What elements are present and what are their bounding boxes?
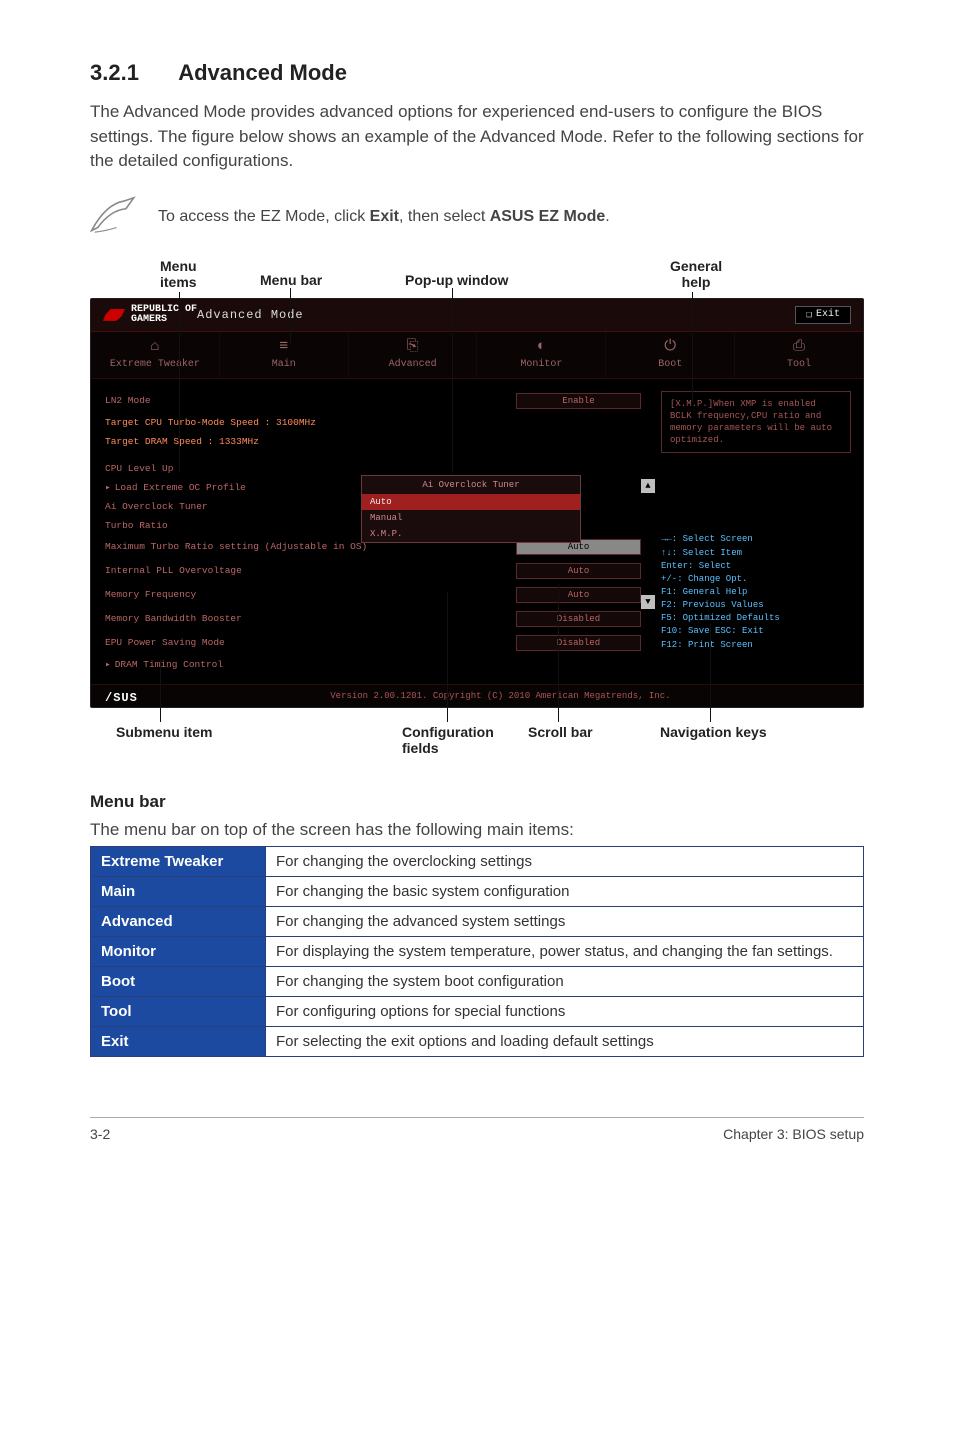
val-epu: Disabled [516, 635, 641, 651]
callout-config-fields: Configuration fields [402, 724, 494, 756]
power-icon: ⏻ [606, 338, 734, 356]
exit-icon: ❏ [806, 309, 812, 321]
bios-footer: /SUS Version 2.00.1201. Copyright (C) 20… [91, 684, 863, 707]
nav-main[interactable]: ≡Main [220, 332, 349, 378]
rog-eye-icon [103, 309, 125, 321]
val-mem-freq: Auto [516, 587, 641, 603]
callout-general-help: General help [670, 258, 722, 290]
page-number: 3-2 [90, 1126, 110, 1142]
scroll-up-icon[interactable]: ▲ [641, 479, 655, 493]
val-mem-bw: Disabled [516, 611, 641, 627]
section-title-text: Advanced Mode [178, 60, 347, 85]
row-dram-ctl[interactable]: ▸DRAM Timing Control [105, 659, 641, 670]
callout-navkeys: Navigation keys [660, 724, 767, 740]
note-row: To access the EZ Mode, click Exit, then … [90, 196, 864, 238]
cell-desc: For changing the overclocking settings [266, 846, 864, 876]
cell-name: Tool [91, 996, 266, 1026]
bios-screenshot: REPUBLIC OFGAMERS Advanced Mode ❏ Exit ⌂… [90, 298, 864, 708]
table-row: Extreme TweakerFor changing the overcloc… [91, 846, 864, 876]
home-icon: ⌂ [91, 338, 219, 356]
scroll-down-icon[interactable]: ▼ [641, 595, 655, 609]
submenu-arrow-icon: ▸ [105, 659, 111, 670]
table-row: ToolFor configuring options for special … [91, 996, 864, 1026]
row-dram-speed: Target DRAM Speed : 1333MHz [105, 436, 641, 447]
val-pll: Auto [516, 563, 641, 579]
callout-menu-items: Menu items [160, 258, 197, 290]
cell-desc: For configuring options for special func… [266, 996, 864, 1026]
intro-paragraph: The Advanced Mode provides advanced opti… [90, 100, 864, 174]
val-ln2: Enable [516, 393, 641, 409]
row-epu[interactable]: EPU Power Saving ModeDisabled [105, 635, 641, 651]
row-ln2[interactable]: LN2 ModeEnable [105, 393, 641, 409]
popup-window: Ai Overclock Tuner Auto Manual X.M.P. [361, 475, 581, 543]
section-heading: 3.2.1 Advanced Mode [90, 60, 864, 86]
cell-desc: For selecting the exit options and loadi… [266, 1026, 864, 1056]
figure-wrapper: Menu items Menu bar Pop-up window Genera… [90, 258, 864, 766]
callout-menu-bar: Menu bar [260, 272, 322, 288]
table-row: MainFor changing the basic system config… [91, 876, 864, 906]
menubar-heading: Menu bar [90, 792, 864, 812]
page-footer: 3-2 Chapter 3: BIOS setup [90, 1117, 864, 1142]
general-help-box: [X.M.P.]When XMP is enabled BCLK frequen… [661, 391, 851, 454]
popup-opt-manual[interactable]: Manual [362, 510, 580, 526]
row-cpu-level[interactable]: CPU Level Up [105, 463, 641, 474]
cell-name: Monitor [91, 936, 266, 966]
popup-opt-auto[interactable]: Auto [362, 494, 580, 510]
submenu-arrow-icon: ▸ [105, 482, 111, 493]
bios-nav-bar: ⌂Extreme Tweaker ≡Main ⎘Advanced ◐Monito… [91, 332, 863, 379]
exit-button[interactable]: ❏ Exit [795, 306, 851, 324]
bios-body: LN2 ModeEnable Target CPU Turbo-Mode Spe… [91, 379, 863, 684]
cell-name: Extreme Tweaker [91, 846, 266, 876]
cell-desc: For changing the advanced system setting… [266, 906, 864, 936]
callout-scrollbar: Scroll bar [528, 724, 593, 740]
asus-logo: /SUS [105, 691, 138, 705]
callout-submenu: Submenu item [116, 724, 212, 740]
cell-desc: For changing the basic system configurat… [266, 876, 864, 906]
table-row: ExitFor selecting the exit options and l… [91, 1026, 864, 1056]
nav-advanced[interactable]: ⎘Advanced [349, 332, 478, 378]
callouts-top: Menu items Menu bar Pop-up window Genera… [90, 258, 864, 298]
bios-top-bar: REPUBLIC OFGAMERS Advanced Mode ❏ Exit [91, 299, 863, 332]
section-number: 3.2.1 [90, 60, 139, 86]
rog-logo: REPUBLIC OFGAMERS [103, 305, 197, 325]
pencil-note-icon [90, 196, 140, 238]
callouts-bottom: Submenu item Configuration fields Scroll… [90, 712, 864, 766]
nav-monitor[interactable]: ◐Monitor [477, 332, 606, 378]
bios-left-pane: LN2 ModeEnable Target CPU Turbo-Mode Spe… [91, 379, 653, 684]
navigation-keys-list: →←: Select Screen ↑↓: Select Item Enter:… [661, 533, 851, 650]
tool-icon: ⎙ [735, 338, 863, 356]
monitor-icon: ◐ [477, 338, 605, 356]
popup-title: Ai Overclock Tuner [362, 476, 580, 494]
mode-label: Advanced Mode [197, 308, 304, 322]
cell-name: Exit [91, 1026, 266, 1056]
row-mem-bw[interactable]: Memory Bandwidth BoosterDisabled [105, 611, 641, 627]
popup-opt-xmp[interactable]: X.M.P. [362, 526, 580, 542]
cell-name: Advanced [91, 906, 266, 936]
cell-desc: For changing the system boot configurati… [266, 966, 864, 996]
chapter-label: Chapter 3: BIOS setup [723, 1126, 864, 1142]
nav-extreme-tweaker[interactable]: ⌂Extreme Tweaker [91, 332, 220, 378]
menubar-intro: The menu bar on top of the screen has th… [90, 820, 864, 840]
cell-name: Main [91, 876, 266, 906]
menubar-table: Extreme TweakerFor changing the overcloc… [90, 846, 864, 1057]
nav-boot[interactable]: ⏻Boot [606, 332, 735, 378]
advanced-icon: ⎘ [349, 338, 477, 356]
cell-desc: For displaying the system temperature, p… [266, 936, 864, 966]
cell-name: Boot [91, 966, 266, 996]
row-mem-freq[interactable]: Memory FrequencyAuto [105, 587, 641, 603]
callout-popup: Pop-up window [405, 272, 508, 288]
row-pll[interactable]: Internal PLL OvervoltageAuto [105, 563, 641, 579]
table-row: BootFor changing the system boot configu… [91, 966, 864, 996]
list-icon: ≡ [220, 338, 348, 356]
table-row: AdvancedFor changing the advanced system… [91, 906, 864, 936]
table-row: MonitorFor displaying the system tempera… [91, 936, 864, 966]
note-text: To access the EZ Mode, click Exit, then … [158, 208, 610, 226]
nav-tool[interactable]: ⎙Tool [735, 332, 863, 378]
row-turbo-speed: Target CPU Turbo-Mode Speed : 3100MHz [105, 417, 641, 428]
bios-right-pane: [X.M.P.]When XMP is enabled BCLK frequen… [653, 379, 863, 684]
